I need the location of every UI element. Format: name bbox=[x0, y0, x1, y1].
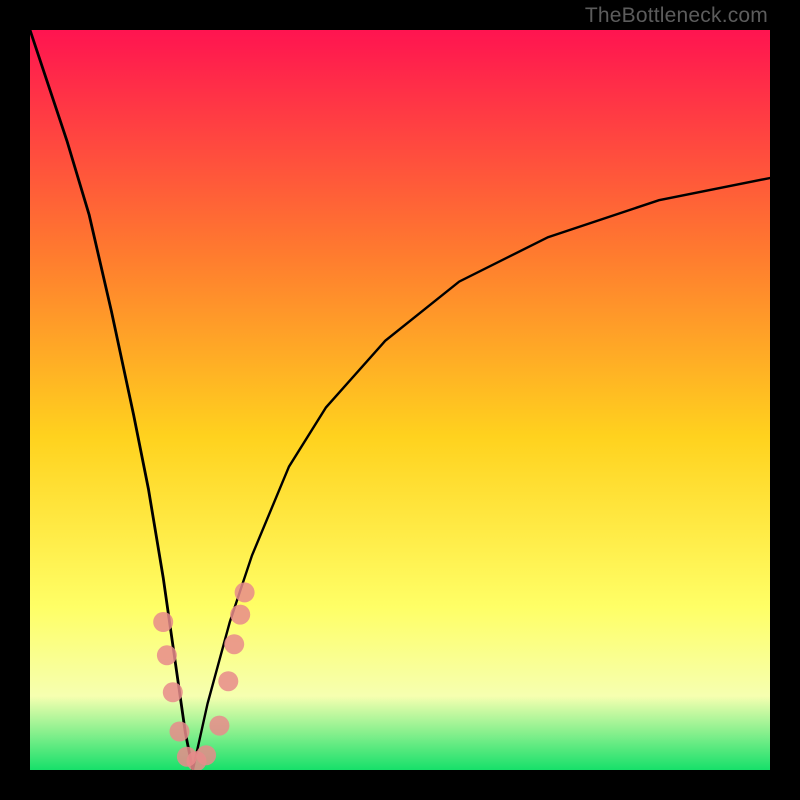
marker-point bbox=[218, 671, 238, 691]
bottleneck-curve bbox=[30, 30, 770, 770]
marker-point bbox=[157, 645, 177, 665]
chart-frame: TheBottleneck.com bbox=[0, 0, 800, 800]
curve-right-arm bbox=[193, 178, 770, 770]
marker-point bbox=[196, 745, 216, 765]
marker-point bbox=[224, 634, 244, 654]
watermark-label: TheBottleneck.com bbox=[585, 4, 768, 28]
marker-point bbox=[209, 716, 229, 736]
plot-area bbox=[30, 30, 770, 770]
marker-point bbox=[235, 582, 255, 602]
marker-point bbox=[153, 612, 173, 632]
marker-point bbox=[163, 682, 183, 702]
marker-point bbox=[170, 722, 190, 742]
marker-point bbox=[230, 605, 250, 625]
